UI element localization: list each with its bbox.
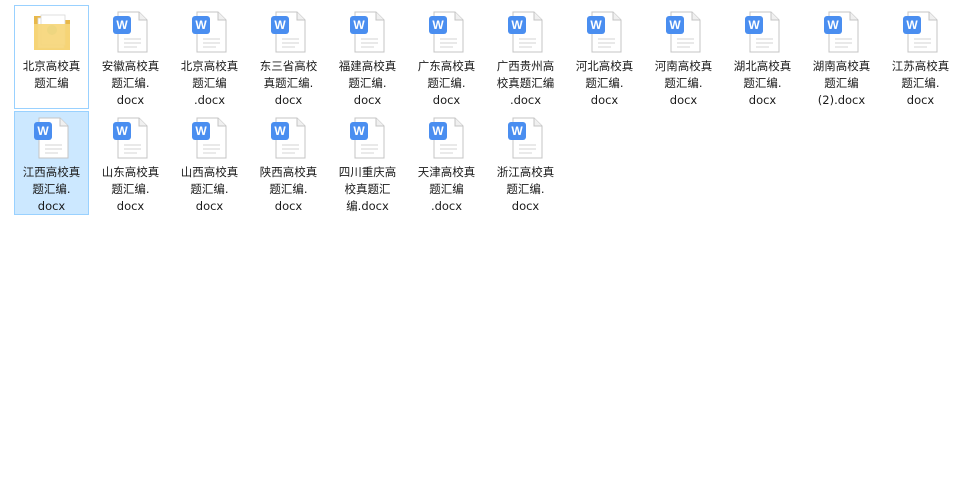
file-grid: 北京高校真 题汇编 W 安徽高校真 题汇编. docx W 北京高校真 题汇编 … [12, 5, 960, 217]
file-item[interactable]: W 湖北高校真 题汇编. docx [725, 5, 800, 109]
file-item[interactable]: W 山东高校真 题汇编. docx [93, 111, 168, 215]
file-name-label: 福建高校真 题汇编. docx [338, 59, 397, 107]
file-name-label: 天津高校真 题汇编 .docx [417, 165, 476, 213]
word-document-icon: W [28, 114, 76, 162]
file-name-label: 广西贵州高 校真题汇编 .docx [496, 59, 555, 107]
file-item[interactable]: W 湖南高校真 题汇编 (2).docx [804, 5, 879, 109]
svg-text:W: W [827, 18, 839, 32]
word-document-icon: W [107, 8, 155, 56]
word-document-icon: W [502, 114, 550, 162]
file-item[interactable]: W 广西贵州高 校真题汇编 .docx [488, 5, 563, 109]
file-item[interactable]: W 四川重庆高 校真题汇 编.docx [330, 111, 405, 215]
file-name-label: 北京高校真 题汇编 .docx [180, 59, 239, 107]
file-name-label: 河北高校真 题汇编. docx [575, 59, 634, 107]
word-document-icon: W [344, 8, 392, 56]
svg-text:W: W [274, 18, 286, 32]
svg-text:W: W [590, 18, 602, 32]
word-document-icon: W [581, 8, 629, 56]
svg-text:W: W [353, 124, 365, 138]
file-item[interactable]: W 浙江高校真 题汇编. docx [488, 111, 563, 215]
file-item[interactable]: W 北京高校真 题汇编 .docx [172, 5, 247, 109]
word-document-icon: W [660, 8, 708, 56]
file-name-label: 江苏高校真 题汇编. docx [891, 59, 950, 107]
svg-text:W: W [432, 124, 444, 138]
svg-text:W: W [906, 18, 918, 32]
word-document-icon: W [739, 8, 787, 56]
file-item[interactable]: W 江西高校真 题汇编. docx [14, 111, 89, 215]
svg-text:W: W [116, 18, 128, 32]
svg-text:W: W [748, 18, 760, 32]
file-name-label: 陕西高校真 题汇编. docx [259, 165, 318, 213]
svg-text:W: W [511, 124, 523, 138]
word-document-icon: W [818, 8, 866, 56]
svg-text:W: W [116, 124, 128, 138]
file-item[interactable]: W 江苏高校真 题汇编. docx [883, 5, 958, 109]
file-name-label: 湖南高校真 题汇编 (2).docx [812, 59, 871, 107]
word-document-icon: W [502, 8, 550, 56]
file-name-label: 东三省高校 真题汇编. docx [259, 59, 318, 107]
word-document-icon: W [265, 8, 313, 56]
file-name-label: 山西高校真 题汇编. docx [180, 165, 239, 213]
file-item[interactable]: W 安徽高校真 题汇编. docx [93, 5, 168, 109]
word-document-icon: W [186, 114, 234, 162]
file-item[interactable]: W 河南高校真 题汇编. docx [646, 5, 721, 109]
word-document-icon: W [423, 114, 471, 162]
file-item[interactable]: W 陕西高校真 题汇编. docx [251, 111, 326, 215]
file-name-label: 山东高校真 题汇编. docx [101, 165, 160, 213]
svg-text:W: W [195, 124, 207, 138]
file-name-label: 浙江高校真 题汇编. docx [496, 165, 555, 213]
word-document-icon: W [344, 114, 392, 162]
file-item[interactable]: W 福建高校真 题汇编. docx [330, 5, 405, 109]
word-document-icon: W [423, 8, 471, 56]
file-explorer-view: 北京高校真 题汇编 W 安徽高校真 题汇编. docx W 北京高校真 题汇编 … [0, 0, 963, 503]
folder-item[interactable]: 北京高校真 题汇编 [14, 5, 89, 109]
file-item[interactable]: W 天津高校真 题汇编 .docx [409, 111, 484, 215]
folder-icon [28, 8, 76, 56]
file-name-label: 河南高校真 题汇编. docx [654, 59, 713, 107]
word-document-icon: W [107, 114, 155, 162]
file-name-label: 安徽高校真 题汇编. docx [101, 59, 160, 107]
svg-text:W: W [274, 124, 286, 138]
file-item[interactable]: W 河北高校真 题汇编. docx [567, 5, 642, 109]
svg-text:W: W [353, 18, 365, 32]
file-name-label: 四川重庆高 校真题汇 编.docx [338, 165, 397, 213]
svg-text:W: W [432, 18, 444, 32]
file-item[interactable]: W 广东高校真 题汇编. docx [409, 5, 484, 109]
svg-text:W: W [511, 18, 523, 32]
svg-text:W: W [37, 124, 49, 138]
file-name-label: 北京高校真 题汇编 [22, 59, 81, 90]
svg-text:W: W [669, 18, 681, 32]
word-document-icon: W [897, 8, 945, 56]
file-item[interactable]: W 山西高校真 题汇编. docx [172, 111, 247, 215]
file-item[interactable]: W 东三省高校 真题汇编. docx [251, 5, 326, 109]
file-name-label: 广东高校真 题汇编. docx [417, 59, 476, 107]
svg-text:W: W [195, 18, 207, 32]
file-name-label: 湖北高校真 题汇编. docx [733, 59, 792, 107]
word-document-icon: W [186, 8, 234, 56]
file-name-label: 江西高校真 题汇编. docx [22, 165, 81, 213]
word-document-icon: W [265, 114, 313, 162]
